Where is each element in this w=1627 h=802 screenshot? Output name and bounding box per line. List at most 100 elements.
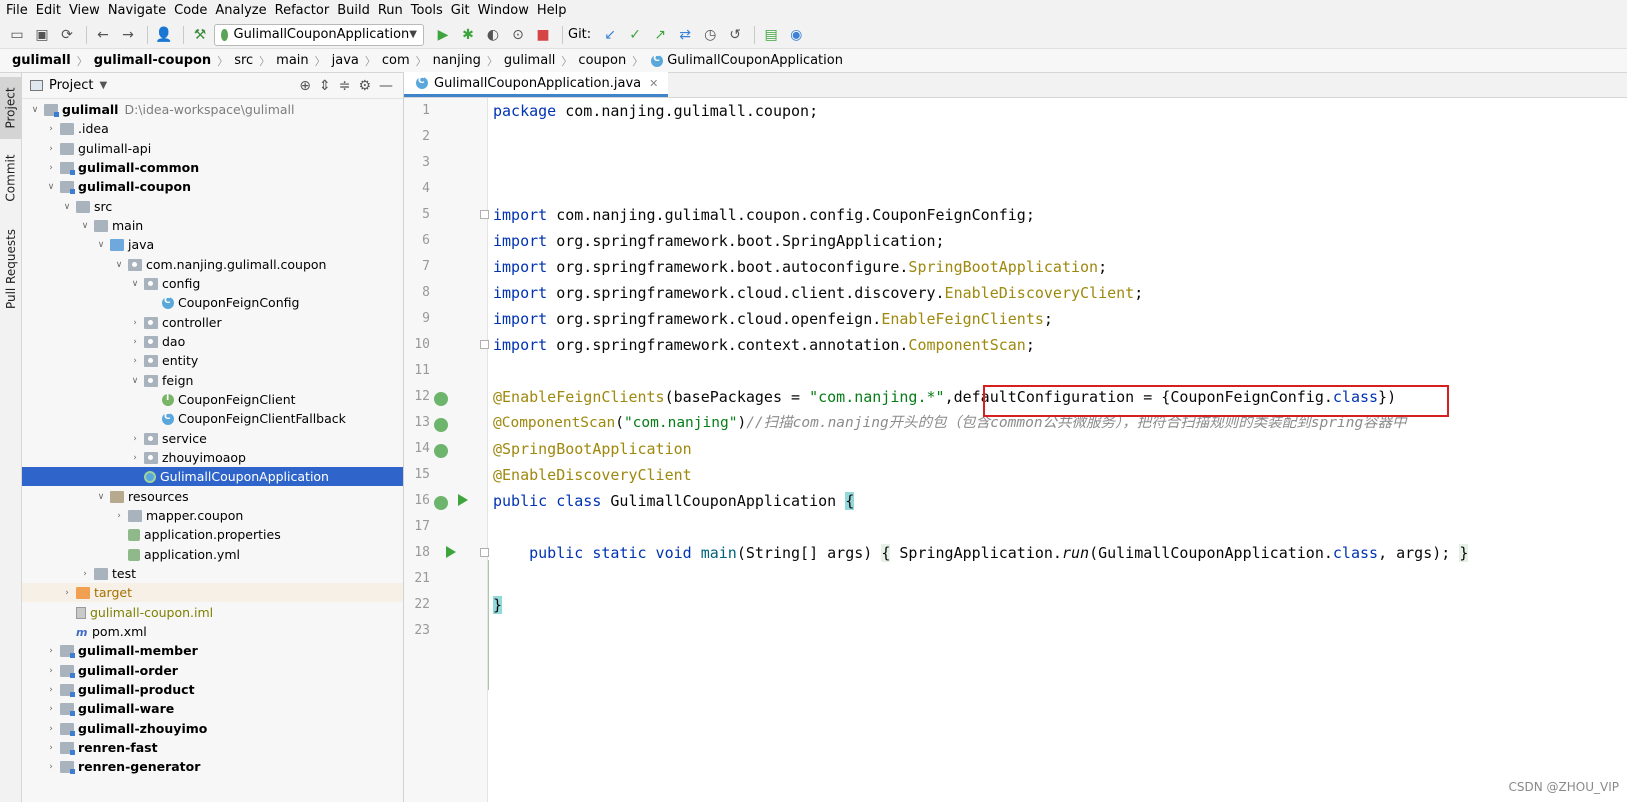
tree-item[interactable]: ∨ gulimall-coupon: [22, 177, 403, 196]
breadcrumb-item[interactable]: com 〉: [382, 53, 433, 69]
breadcrumb-item[interactable]: src 〉: [234, 53, 276, 69]
menu-edit[interactable]: Edit: [34, 3, 67, 18]
breadcrumb-item[interactable]: java 〉: [332, 53, 382, 69]
editor-tab[interactable]: GulimallCouponApplication.java ✕: [404, 72, 669, 97]
forward-icon[interactable]: →: [117, 24, 139, 46]
metrics-icon[interactable]: ▤: [760, 24, 782, 46]
tree-item[interactable]: › gulimall-order: [22, 661, 403, 680]
breadcrumb-item[interactable]: nanjing 〉: [433, 53, 504, 69]
menu-window[interactable]: Window: [476, 3, 535, 18]
tree-item[interactable]: › target: [22, 583, 403, 602]
coverage-icon[interactable]: ◐: [482, 24, 504, 46]
tree-item[interactable]: › .idea: [22, 119, 403, 138]
menu-build[interactable]: Build: [335, 3, 376, 18]
code-area[interactable]: package com.nanjing.gulimall.coupon; imp…: [493, 98, 1627, 802]
run-configuration-select[interactable]: GulimallCouponApplication ▼: [214, 23, 424, 46]
tree-item[interactable]: › gulimall-member: [22, 641, 403, 660]
tree-item[interactable]: ∨ feign: [22, 371, 403, 390]
tree-item[interactable]: CouponFeignClient: [22, 390, 403, 409]
tree-item[interactable]: › mapper.coupon: [22, 506, 403, 525]
tree-item[interactable]: › gulimall-ware: [22, 699, 403, 718]
tree-item[interactable]: › controller: [22, 313, 403, 332]
tree-item[interactable]: application.properties: [22, 525, 403, 544]
tree-item[interactable]: ∨ resources: [22, 487, 403, 506]
spring-bean-gutter-icon[interactable]: [434, 418, 448, 432]
menu-help[interactable]: Help: [535, 3, 573, 18]
menu-run[interactable]: Run: [376, 3, 409, 18]
build-hammer-icon[interactable]: ⚒: [189, 24, 211, 46]
breadcrumb-item[interactable]: gulimall 〉: [504, 53, 579, 69]
tool-window-project[interactable]: Project: [0, 77, 22, 139]
menu-tools[interactable]: Tools: [409, 3, 449, 18]
open-icon[interactable]: ▭: [6, 24, 28, 46]
tree-item[interactable]: ∨ config: [22, 274, 403, 293]
tree-item[interactable]: › gulimall-api: [22, 139, 403, 158]
project-panel-title[interactable]: Project: [49, 78, 93, 93]
tree-item[interactable]: › renren-fast: [22, 738, 403, 757]
breadcrumb-item[interactable]: gulimall 〉: [12, 53, 94, 69]
menu-code[interactable]: Code: [172, 3, 213, 18]
tree-item[interactable]: › renren-generator: [22, 757, 403, 776]
close-icon[interactable]: ✕: [649, 77, 658, 90]
breadcrumb-item[interactable]: coupon 〉: [578, 53, 649, 69]
tree-item[interactable]: › zhouyimoaop: [22, 448, 403, 467]
tree-item[interactable]: ∨ src: [22, 197, 403, 216]
run-gutter-icon[interactable]: [446, 546, 456, 558]
tree-item[interactable]: › dao: [22, 332, 403, 351]
check-circle-icon[interactable]: ◉: [785, 24, 807, 46]
breadcrumb-item[interactable]: GulimallCouponApplication: [649, 53, 843, 68]
history-icon[interactable]: ◷: [699, 24, 721, 46]
breadcrumb-item[interactable]: gulimall-coupon 〉: [94, 53, 234, 69]
tree-item[interactable]: › gulimall-zhouyimo: [22, 719, 403, 738]
stop-icon[interactable]: ■: [532, 24, 554, 46]
breadcrumb-item[interactable]: main 〉: [276, 53, 331, 69]
menu-view[interactable]: View: [67, 3, 106, 18]
back-icon[interactable]: ←: [92, 24, 114, 46]
tree-item[interactable]: › entity: [22, 351, 403, 370]
menu-file[interactable]: File: [4, 3, 34, 18]
save-icon[interactable]: ▣: [31, 24, 53, 46]
fold-icon[interactable]: [480, 548, 489, 557]
debug-icon[interactable]: ✱: [457, 24, 479, 46]
menu-git[interactable]: Git: [449, 3, 476, 18]
tool-window-commit[interactable]: Commit: [0, 147, 22, 209]
locate-icon[interactable]: ⊕: [299, 78, 311, 94]
tree-item[interactable]: ∨ main: [22, 216, 403, 235]
minimize-icon[interactable]: —: [379, 78, 393, 94]
tree-item[interactable]: › gulimall-common: [22, 158, 403, 177]
tree-item[interactable]: › test: [22, 564, 403, 583]
sync-icon[interactable]: ⟳: [56, 24, 78, 46]
tree-item-selected[interactable]: GulimallCouponApplication: [22, 467, 403, 486]
run-icon[interactable]: ▶: [432, 24, 454, 46]
spring-bean-gutter-icon[interactable]: [434, 496, 448, 510]
tree-item[interactable]: gulimall-coupon.iml: [22, 603, 403, 622]
tree-item[interactable]: application.yml: [22, 545, 403, 564]
git-commit-icon[interactable]: ✓: [624, 24, 646, 46]
git-push-icon[interactable]: ↗: [649, 24, 671, 46]
menu-refactor[interactable]: Refactor: [273, 3, 336, 18]
menu-navigate[interactable]: Navigate: [106, 3, 172, 18]
spring-bean-gutter-icon[interactable]: [434, 392, 448, 406]
tree-item[interactable]: › service: [22, 429, 403, 448]
profile-icon[interactable]: ⊙: [507, 24, 529, 46]
chevron-down-icon[interactable]: ▼: [99, 80, 107, 91]
tree-item[interactable]: CouponFeignClientFallback: [22, 409, 403, 428]
tree-item[interactable]: ∨ java: [22, 235, 403, 254]
user-icon[interactable]: 👤: [153, 24, 175, 46]
menu-analyze[interactable]: Analyze: [213, 3, 272, 18]
run-gutter-icon[interactable]: [458, 494, 468, 506]
tree-item[interactable]: › gulimall-product: [22, 680, 403, 699]
tree-item[interactable]: ∨ com.nanjing.gulimall.coupon: [22, 255, 403, 274]
fold-icon[interactable]: [480, 340, 489, 349]
rollback-icon[interactable]: ↺: [724, 24, 746, 46]
fold-icon[interactable]: [480, 210, 489, 219]
spring-bean-gutter-icon[interactable]: [434, 444, 448, 458]
tool-window-pull-requests[interactable]: Pull Requests: [0, 223, 22, 315]
git-update-icon[interactable]: ↙: [599, 24, 621, 46]
tree-item[interactable]: m pom.xml: [22, 622, 403, 641]
collapse-all-icon[interactable]: ≑: [339, 78, 351, 94]
expand-all-icon[interactable]: ⇕: [319, 78, 331, 94]
gear-icon[interactable]: ⚙: [358, 78, 371, 94]
git-merge-icon[interactable]: ⇄: [674, 24, 696, 46]
tree-item[interactable]: CouponFeignConfig: [22, 293, 403, 312]
